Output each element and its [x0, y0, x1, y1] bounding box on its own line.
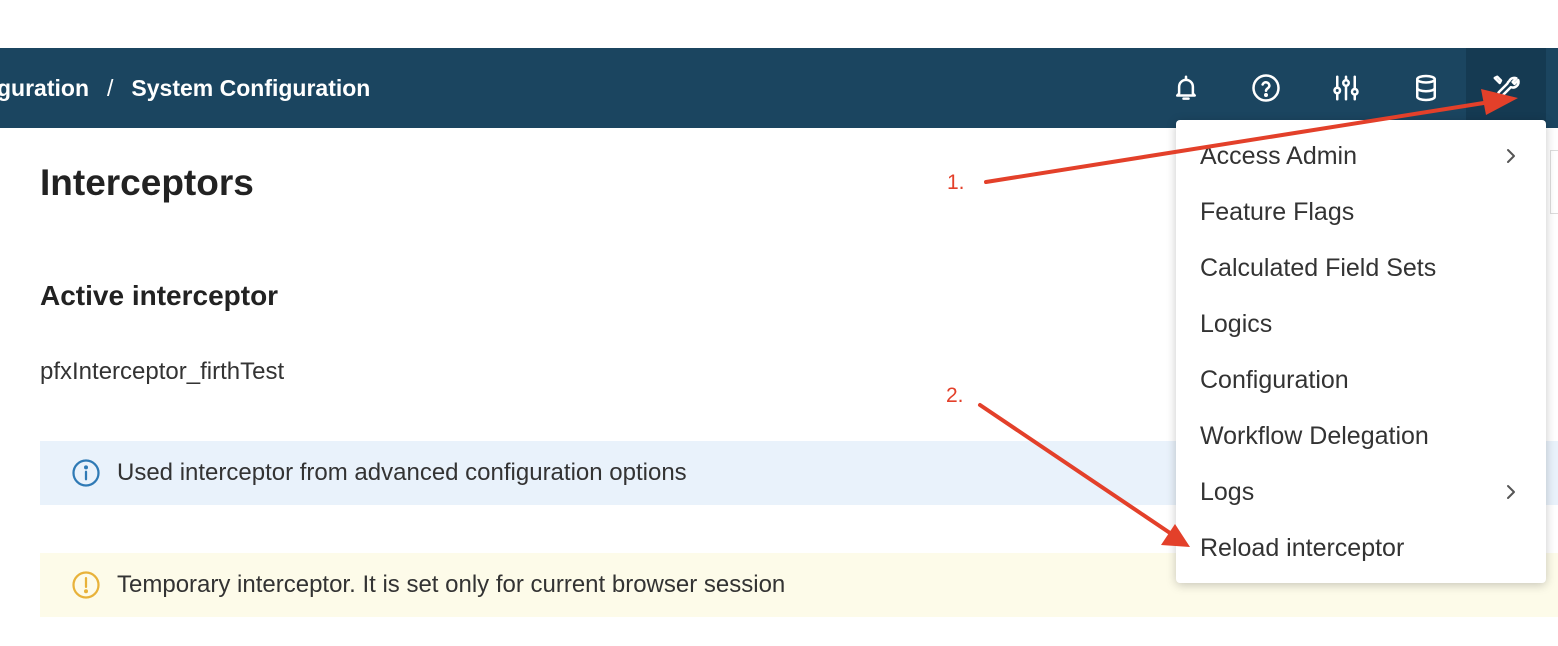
- menu-item-feature-flags[interactable]: Feature Flags: [1176, 184, 1546, 240]
- settings-sliders-button[interactable]: [1306, 48, 1386, 128]
- menu-item-logs[interactable]: Logs: [1176, 464, 1546, 520]
- menu-item-label: Logs: [1200, 477, 1255, 506]
- section-title: Active interceptor: [40, 280, 279, 311]
- page-edge-divider: [1550, 150, 1558, 214]
- database-icon: [1416, 74, 1436, 102]
- menu-item-label: Access Admin: [1200, 141, 1358, 170]
- menu-item-label: Workflow Delegation: [1200, 421, 1429, 450]
- help-button[interactable]: [1226, 48, 1306, 128]
- info-icon: [72, 459, 100, 487]
- menu-item-configuration[interactable]: Configuration: [1176, 352, 1546, 408]
- menu-item-label: Reload interceptor: [1200, 533, 1405, 562]
- breadcrumb-separator: /: [107, 74, 114, 101]
- breadcrumb-current: System Configuration: [131, 74, 371, 101]
- breadcrumb: guration / System Configuration: [0, 48, 370, 128]
- menu-item-access-admin[interactable]: Access Admin: [1176, 128, 1546, 184]
- info-alert-text: Used interceptor from advanced configura…: [117, 459, 687, 486]
- top-navigation-bar: guration / System Configuration: [0, 48, 1558, 128]
- active-interceptor-value: pfxInterceptor_firthTest: [40, 358, 285, 385]
- menu-item-calculated-field-sets[interactable]: Calculated Field Sets: [1176, 240, 1546, 296]
- warning-icon: [72, 571, 100, 599]
- admin-dropdown-menu: Access Admin Feature Flags Calculated Fi…: [1176, 120, 1546, 583]
- bell-icon: [1176, 75, 1196, 100]
- wrench-icon: [1493, 75, 1520, 98]
- help-icon: [1252, 74, 1280, 102]
- database-button[interactable]: [1386, 48, 1466, 128]
- warning-alert-text: Temporary interceptor. It is set only fo…: [117, 571, 786, 598]
- menu-item-reload-interceptor[interactable]: Reload interceptor: [1176, 520, 1546, 576]
- admin-tools-button[interactable]: [1466, 48, 1546, 128]
- annotation-step-2-label: 2.: [946, 384, 964, 407]
- notifications-button[interactable]: [1146, 48, 1226, 128]
- menu-item-label: Feature Flags: [1200, 197, 1355, 226]
- menu-item-label: Configuration: [1200, 365, 1349, 394]
- menu-item-logics[interactable]: Logics: [1176, 296, 1546, 352]
- annotation-step-1-label: 1.: [947, 171, 965, 194]
- breadcrumb-parent-link[interactable]: guration: [0, 75, 89, 102]
- sliders-icon: [1333, 75, 1359, 101]
- chevron-right-icon: [1507, 149, 1515, 163]
- menu-item-workflow-delegation[interactable]: Workflow Delegation: [1176, 408, 1546, 464]
- menu-item-label: Logics: [1200, 309, 1273, 338]
- chevron-right-icon: [1507, 485, 1515, 499]
- page-title: Interceptors: [40, 162, 254, 203]
- menu-item-label: Calculated Field Sets: [1200, 253, 1437, 282]
